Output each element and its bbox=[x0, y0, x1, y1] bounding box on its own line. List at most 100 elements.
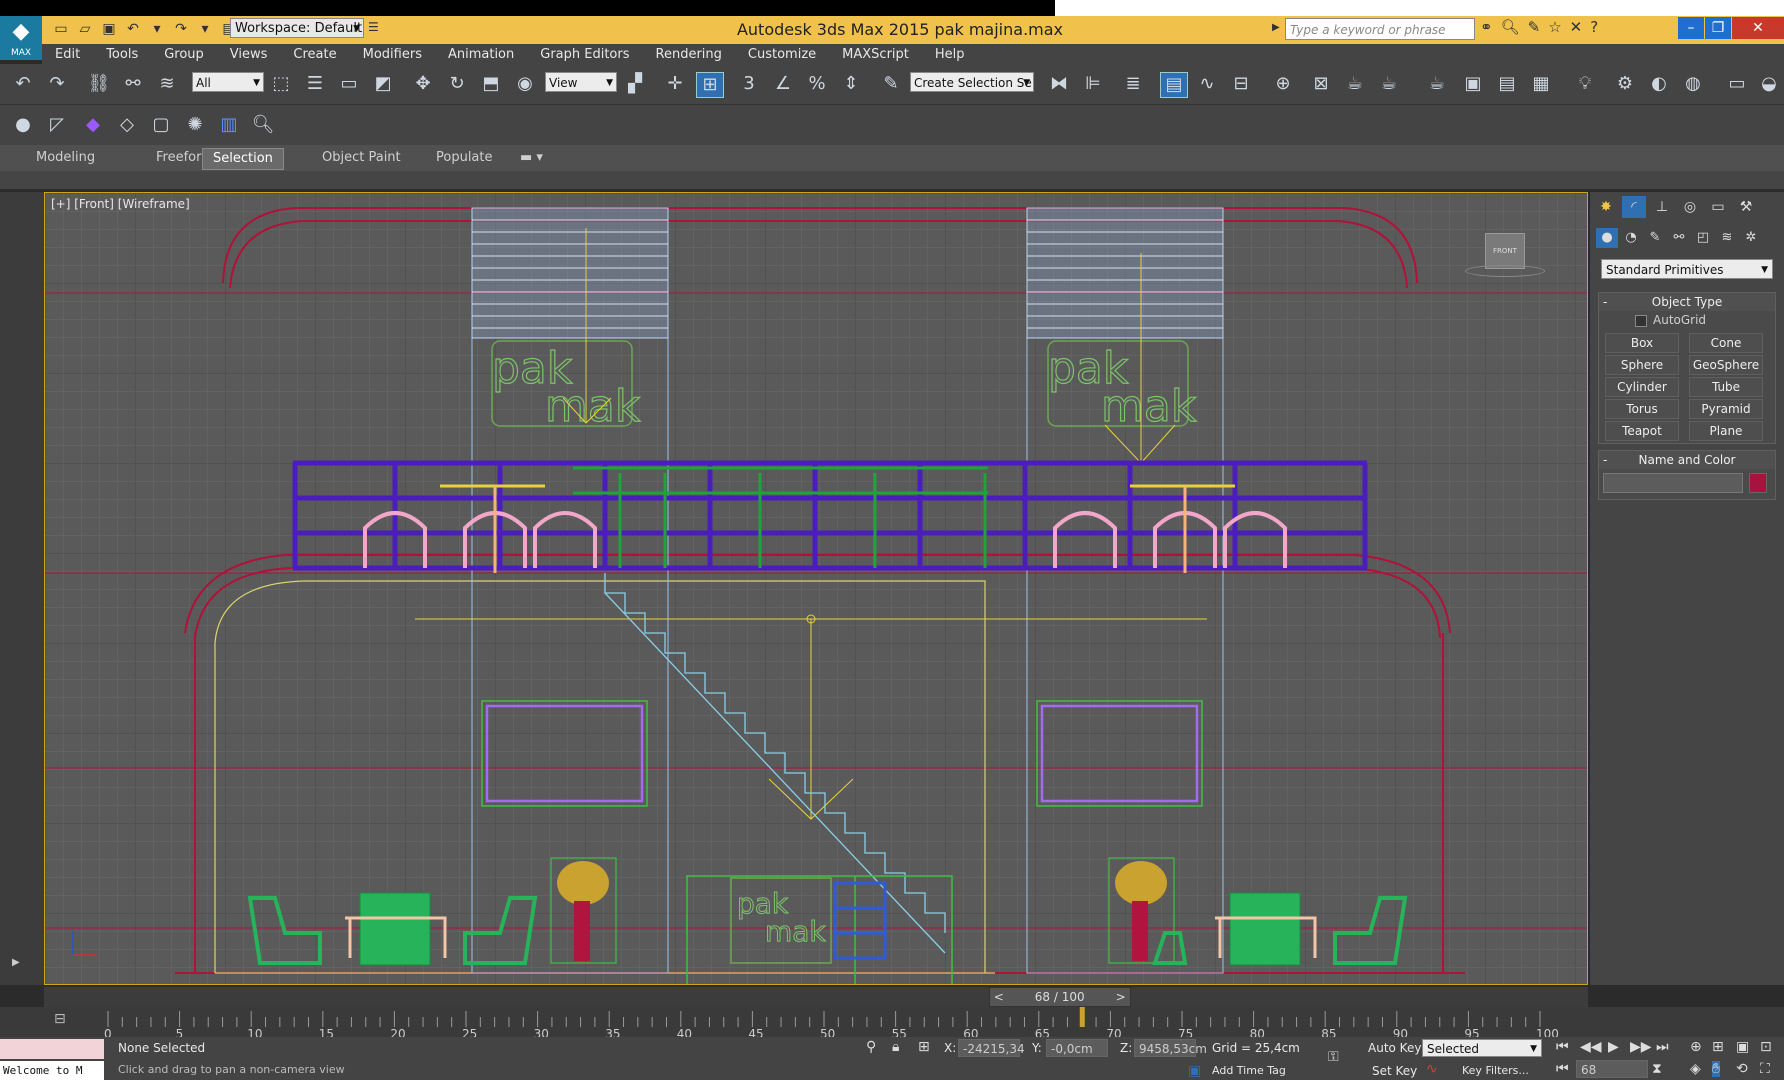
tab-object-paint[interactable]: Object Paint bbox=[312, 148, 411, 168]
workspace-dropdown[interactable]: Workspace: Default ▼ bbox=[230, 18, 364, 38]
menu-edit[interactable]: Edit bbox=[42, 47, 93, 62]
selection-lock-icon[interactable]: 🔒︎ bbox=[892, 1039, 899, 1055]
shapes-icon[interactable]: ◔ bbox=[1620, 228, 1642, 248]
binoculars-icon[interactable]: ⚭ bbox=[1480, 18, 1493, 36]
new-file-icon[interactable]: ▭ bbox=[52, 21, 70, 37]
lights-icon[interactable]: ✎ bbox=[1644, 228, 1666, 248]
add-time-tag[interactable]: Add Time Tag bbox=[1212, 1064, 1286, 1077]
pivot-center-icon[interactable]: ▞ bbox=[622, 72, 648, 96]
save-file-icon[interactable]: ▣ bbox=[100, 21, 118, 37]
next-frame-icon[interactable]: ▶▶ bbox=[1630, 1039, 1652, 1055]
customize-qat-icon[interactable]: ☰ bbox=[368, 20, 379, 34]
absolute-mode-icon[interactable]: ⊞ bbox=[918, 1039, 930, 1055]
teapot-button[interactable]: Teapot bbox=[1605, 421, 1679, 441]
keyboard-shortcut-toggle-icon[interactable]: ⊞ bbox=[696, 72, 724, 98]
auto-key-button[interactable]: Auto Key bbox=[1368, 1041, 1421, 1055]
manage-scene-states-icon[interactable]: ▤ bbox=[1494, 72, 1520, 96]
viewcube[interactable]: FRONT bbox=[1485, 233, 1525, 269]
render-production-icon[interactable]: ☕ bbox=[1424, 72, 1450, 96]
prev-frame-icon[interactable]: < bbox=[994, 988, 1004, 1006]
menu-help[interactable]: Help bbox=[922, 47, 978, 62]
zoom-icon[interactable]: ● bbox=[10, 113, 36, 137]
containers-icon[interactable]: ▦ bbox=[1528, 72, 1554, 96]
zoom-viewport-icon[interactable]: ⊕ bbox=[1690, 1039, 1702, 1055]
maxscript-output[interactable]: Welcome to M bbox=[0, 1061, 104, 1080]
previous-frame-icon[interactable]: ◀◀ bbox=[1580, 1039, 1602, 1055]
select-and-rotate-icon[interactable]: ↻ bbox=[444, 72, 470, 96]
schematic-view-icon[interactable]: ⊕ bbox=[1270, 72, 1296, 96]
material-editor-icon[interactable]: ⊠ bbox=[1308, 72, 1334, 96]
modify-tab-icon[interactable]: ◜ bbox=[1622, 196, 1646, 218]
hierarchy-tab-icon[interactable]: ⊥ bbox=[1650, 196, 1674, 218]
selection-filter-dropdown[interactable]: All ▼ bbox=[192, 72, 264, 92]
unlink-selection-icon[interactable]: ⚯ bbox=[120, 72, 146, 96]
time-slider-thumb[interactable]: < 68 / 100 > bbox=[988, 987, 1131, 1007]
time-tag-icon[interactable]: ▣ bbox=[1188, 1063, 1201, 1079]
maximize-button[interactable]: ❐ bbox=[1705, 17, 1731, 39]
menu-animation[interactable]: Animation bbox=[435, 47, 527, 62]
create-box-icon[interactable]: ◸ bbox=[44, 113, 70, 137]
box-button[interactable]: Box bbox=[1605, 333, 1679, 353]
select-object-icon[interactable]: ⬚ bbox=[268, 72, 294, 96]
key-icon[interactable]: ⚿ bbox=[1328, 1049, 1339, 1065]
time-configuration-icon[interactable]: ⧗ bbox=[1652, 1061, 1662, 1077]
render-setup-icon[interactable]: ☕ bbox=[1342, 72, 1368, 96]
cameras-icon[interactable]: ⚯ bbox=[1668, 228, 1690, 248]
plane-button[interactable]: Plane bbox=[1689, 421, 1763, 441]
menu-rendering[interactable]: Rendering bbox=[643, 47, 735, 62]
scene-explorer-icon[interactable]: ▤ bbox=[1160, 72, 1188, 98]
object-type-header[interactable]: - Object Type bbox=[1599, 293, 1775, 311]
key-mode-dropdown[interactable]: Selected ▼ bbox=[1422, 1039, 1542, 1057]
favorites-star-icon[interactable]: ☆ bbox=[1548, 18, 1561, 36]
layers-icon[interactable]: ▥ bbox=[216, 113, 242, 137]
close-button[interactable]: ✕ bbox=[1732, 17, 1784, 39]
sphere-button[interactable]: Sphere bbox=[1605, 355, 1679, 375]
autogrid-checkbox[interactable]: AutoGrid bbox=[1635, 313, 1706, 327]
primitive-category-dropdown[interactable]: Standard Primitives ▼ bbox=[1601, 259, 1773, 279]
search-icon[interactable]: 🔍︎ bbox=[1501, 18, 1520, 36]
reference-coordinate-dropdown[interactable]: View ▼ bbox=[545, 72, 617, 92]
menu-customize[interactable]: Customize bbox=[735, 47, 829, 62]
torus-button[interactable]: Torus bbox=[1605, 399, 1679, 419]
go-to-start-icon[interactable]: ⏮ bbox=[1556, 1039, 1569, 1055]
name-and-color-header[interactable]: - Name and Color bbox=[1599, 451, 1775, 469]
systems-icon[interactable]: ✲ bbox=[1740, 228, 1762, 248]
key-filters-button[interactable]: Key Filters... bbox=[1462, 1064, 1529, 1077]
x-coordinate-field[interactable]: -24215,34 bbox=[958, 1039, 1025, 1057]
mirror-icon[interactable]: ⧓ bbox=[1046, 72, 1072, 96]
tab-selection[interactable]: Selection bbox=[202, 148, 284, 170]
tube-button[interactable]: Tube bbox=[1689, 377, 1763, 397]
minimize-button[interactable]: – bbox=[1678, 17, 1704, 39]
expand-arrow-icon[interactable]: ▶ bbox=[12, 957, 20, 968]
zoom-extents-icon[interactable]: ▣ bbox=[1736, 1039, 1749, 1055]
object-name-field[interactable] bbox=[1603, 473, 1743, 493]
zoom-all-icon[interactable]: ⊞ bbox=[1712, 1039, 1724, 1055]
set-key-button[interactable]: Set Key bbox=[1372, 1064, 1417, 1078]
shaded-cube-icon[interactable]: ◆ bbox=[80, 113, 106, 137]
lattice-icon[interactable]: ◇ bbox=[114, 113, 140, 137]
pyramid-button[interactable]: Pyramid bbox=[1689, 399, 1763, 419]
open-mini-curve-editor-icon[interactable]: ⊟ bbox=[54, 1011, 66, 1027]
exchange-icon[interactable]: ✕ bbox=[1570, 18, 1583, 36]
next-frame-icon[interactable]: > bbox=[1116, 988, 1126, 1006]
set-key-icon[interactable]: ∿ bbox=[1426, 1061, 1438, 1077]
rendered-frame-window-icon[interactable]: ☕ bbox=[1376, 72, 1402, 96]
pan-view-icon[interactable]: ✋︎ bbox=[1712, 1061, 1720, 1077]
menu-views[interactable]: Views bbox=[217, 47, 281, 62]
motion-tab-icon[interactable]: ◎ bbox=[1678, 196, 1702, 218]
curve-editor-icon[interactable]: ∿ bbox=[1194, 72, 1220, 96]
menu-group[interactable]: Group bbox=[151, 47, 217, 62]
go-to-end-icon[interactable]: ⏭ bbox=[1656, 1039, 1669, 1055]
select-by-name-icon[interactable]: ☰ bbox=[302, 72, 328, 96]
y-coordinate-field[interactable]: -0,0cm bbox=[1046, 1039, 1108, 1057]
viewport-label[interactable]: [+] [Front] [Wireframe] bbox=[51, 197, 190, 211]
align-icon[interactable]: ⊫ bbox=[1080, 72, 1106, 96]
search-input[interactable]: Type a keyword or phrase bbox=[1285, 18, 1475, 40]
tab-populate[interactable]: Populate bbox=[426, 148, 503, 168]
menu-modifiers[interactable]: Modifiers bbox=[350, 47, 435, 62]
utilities-tab-icon[interactable]: ⚒ bbox=[1734, 196, 1758, 218]
open-file-icon[interactable]: ▱ bbox=[76, 21, 94, 37]
object-color-swatch[interactable] bbox=[1749, 473, 1767, 493]
viewport-layout-icon[interactable]: ▭ bbox=[1724, 72, 1750, 96]
percent-snap-icon[interactable]: % bbox=[804, 72, 830, 96]
